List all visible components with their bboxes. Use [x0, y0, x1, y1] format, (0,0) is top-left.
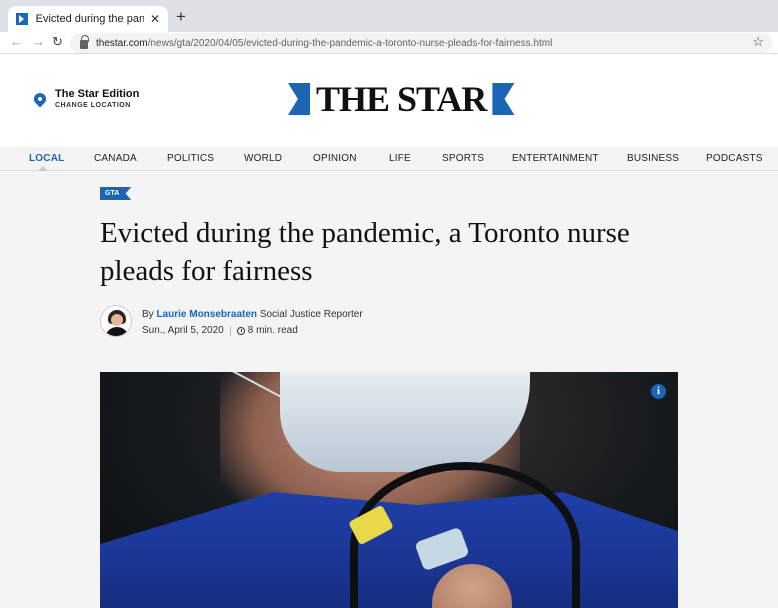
section-nav: LOCAL CANADA POLITICS WORLD OPINION LIFE…	[0, 147, 778, 171]
lock-icon	[80, 35, 89, 49]
forward-arrow-icon[interactable]: →	[32, 34, 45, 49]
nav-item-podcasts[interactable]: PODCASTS	[706, 153, 763, 164]
nav-item-world[interactable]: WORLD	[244, 153, 282, 164]
close-tab-icon[interactable]: ✕	[150, 12, 160, 26]
new-tab-button[interactable]: +	[176, 7, 186, 27]
nav-item-life[interactable]: LIFE	[389, 153, 411, 164]
star-favicon-icon	[16, 13, 28, 25]
logo-flag-left-icon	[288, 83, 310, 115]
url-field[interactable]: thestar.com/news/gta/2020/04/05/evicted-…	[70, 33, 772, 53]
reload-icon[interactable]: ↻	[52, 34, 63, 50]
active-indicator	[38, 166, 48, 171]
author-role: Social Justice Reporter	[259, 309, 363, 320]
tab-title: Evicted during the pandemic, a T	[35, 13, 144, 25]
edition-selector[interactable]: The Star Edition CHANGE LOCATION	[31, 88, 140, 109]
read-time: 8 min. read	[247, 325, 298, 336]
nav-item-sports[interactable]: SPORTS	[442, 153, 484, 164]
edition-title: The Star Edition	[55, 88, 140, 100]
browser-tab-bar: Evicted during the pandemic, a T ✕ +	[0, 0, 778, 32]
logo-flag-right-icon	[492, 83, 515, 115]
nav-item-opinion[interactable]: OPINION	[313, 153, 357, 164]
byline-divider	[229, 325, 231, 336]
back-arrow-icon[interactable]: ←	[10, 34, 23, 49]
nav-item-entertainment[interactable]: ENTERTAINMENT	[512, 153, 599, 164]
byline-prefix: By	[142, 309, 154, 320]
nav-item-business[interactable]: BUSINESS	[627, 153, 679, 164]
publish-date: Sun., April 5, 2020	[142, 325, 224, 336]
url-path: /news/gta/2020/04/05/evicted-during-the-…	[147, 37, 553, 49]
site-logo[interactable]: THE STAR	[288, 79, 515, 119]
image-info-icon[interactable]: i	[651, 384, 666, 399]
nav-item-canada[interactable]: CANADA	[94, 153, 137, 164]
address-bar: ← → ↻ thestar.com/news/gta/2020/04/05/ev…	[0, 32, 778, 54]
nav-item-politics[interactable]: POLITICS	[167, 153, 214, 164]
location-pin-icon	[31, 90, 49, 107]
byline: By Laurie Monsebraaten Social Justice Re…	[100, 305, 363, 337]
url-domain: thestar.com	[96, 37, 148, 49]
section-badge[interactable]: GTA	[100, 187, 132, 200]
browser-tab[interactable]: Evicted during the pandemic, a T ✕	[8, 6, 168, 32]
article-headline: Evicted during the pandemic, a Toronto n…	[100, 217, 630, 287]
author-link[interactable]: Laurie Monsebraaten	[156, 309, 257, 320]
change-location-link[interactable]: CHANGE LOCATION	[55, 102, 139, 109]
site-header: The Star Edition CHANGE LOCATION THE STA…	[0, 54, 778, 147]
logo-text: THE STAR	[316, 79, 487, 119]
clock-icon	[236, 326, 245, 335]
bookmark-star-icon[interactable]: ☆	[752, 34, 764, 50]
nav-item-local[interactable]: LOCAL	[29, 153, 64, 164]
hero-image: i	[100, 372, 678, 608]
author-avatar[interactable]	[100, 305, 132, 337]
url-text: thestar.com/news/gta/2020/04/05/evicted-…	[96, 38, 552, 49]
